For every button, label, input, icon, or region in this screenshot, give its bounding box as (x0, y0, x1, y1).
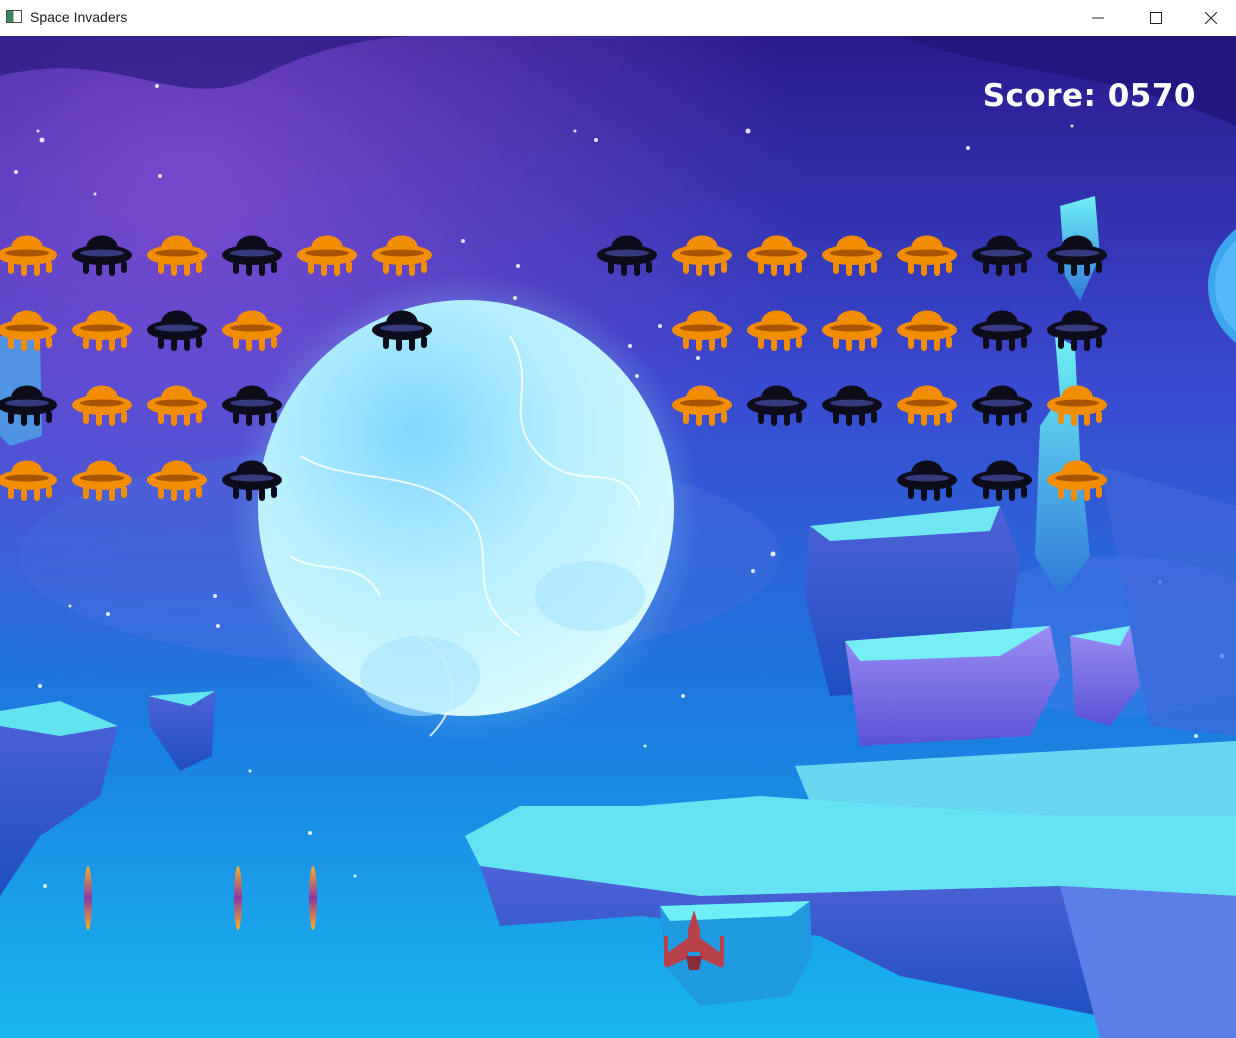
player-bullet-icon (309, 866, 317, 930)
orange-invader-icon (1047, 460, 1107, 501)
close-icon (1204, 12, 1217, 24)
orange-invader-icon (372, 235, 432, 276)
orange-invader-icon (147, 460, 207, 501)
orange-invader-icon (1047, 385, 1107, 426)
close-button[interactable] (1185, 0, 1236, 36)
player-bullet-icon (84, 866, 92, 930)
black-invader-icon (147, 310, 207, 351)
black-invader-icon (1047, 235, 1107, 276)
maximize-icon (1150, 12, 1162, 24)
black-invader-icon (222, 460, 282, 501)
title-bar[interactable]: Space Invaders (0, 0, 1236, 37)
black-invader-icon (222, 385, 282, 426)
black-invader-icon (822, 385, 882, 426)
orange-invader-icon (0, 310, 57, 351)
orange-invader-icon (747, 310, 807, 351)
orange-invader-icon (897, 385, 957, 426)
black-invader-icon (0, 385, 57, 426)
orange-invader-icon (222, 310, 282, 351)
orange-invader-icon (0, 235, 57, 276)
orange-invader-icon (897, 235, 957, 276)
minimize-icon (1092, 17, 1104, 19)
black-invader-icon (972, 310, 1032, 351)
black-invader-icon (972, 235, 1032, 276)
black-invader-icon (972, 385, 1032, 426)
black-invader-icon (222, 235, 282, 276)
orange-invader-icon (672, 310, 732, 351)
game-window: Space Invaders Score: 0570 (0, 0, 1236, 1038)
black-invader-icon (972, 460, 1032, 501)
orange-invader-icon (72, 310, 132, 351)
orange-invader-icon (672, 385, 732, 426)
minimize-button[interactable] (1069, 0, 1127, 36)
orange-invader-icon (72, 385, 132, 426)
maximize-button[interactable] (1127, 0, 1185, 36)
orange-invader-icon (147, 235, 207, 276)
black-invader-icon (897, 460, 957, 501)
orange-invader-icon (147, 385, 207, 426)
app-icon (6, 10, 22, 23)
window-title: Space Invaders (30, 9, 128, 25)
orange-invader-icon (72, 460, 132, 501)
orange-invader-icon (297, 235, 357, 276)
black-invader-icon (747, 385, 807, 426)
black-invader-icon (597, 235, 657, 276)
sprite-layer (0, 235, 1107, 970)
player-ship-icon (664, 910, 724, 970)
player-bullet-icon (234, 866, 242, 930)
orange-invader-icon (822, 310, 882, 351)
orange-invader-icon (672, 235, 732, 276)
orange-invader-icon (822, 235, 882, 276)
orange-invader-icon (747, 235, 807, 276)
black-invader-icon (72, 235, 132, 276)
orange-invader-icon (897, 310, 957, 351)
black-invader-icon (372, 310, 432, 351)
black-invader-icon (1047, 310, 1107, 351)
game-canvas[interactable]: Score: 0570 (0, 36, 1236, 1038)
orange-invader-icon (0, 460, 57, 501)
